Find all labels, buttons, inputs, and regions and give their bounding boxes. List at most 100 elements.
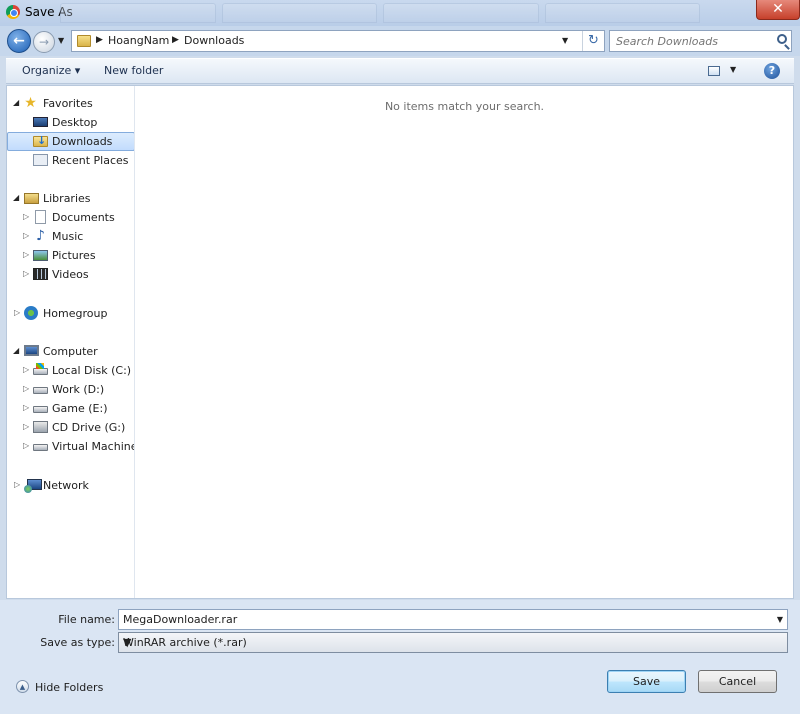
homegroup-icon <box>24 306 38 320</box>
hide-folders-label: Hide Folders <box>35 681 104 694</box>
breadcrumb-hoangnam[interactable]: HoangNam <box>108 34 169 47</box>
search-icon[interactable] <box>777 34 787 44</box>
tree-label: Favorites <box>43 97 93 110</box>
expand-arrow-icon[interactable]: ▷ <box>23 250 29 259</box>
tree-label: Music <box>52 230 84 243</box>
file-name-label: File name: <box>58 613 115 626</box>
sidebar-item-pictures[interactable]: ▷ Pictures <box>7 246 134 265</box>
disk-icon <box>33 387 48 394</box>
tree-label: Desktop <box>52 116 98 129</box>
background-tab <box>221 3 377 23</box>
expand-arrow-icon[interactable]: ▷ <box>23 365 29 374</box>
tree-label: Computer <box>43 345 98 358</box>
save-form: File name: ▼ Save as type: WinRAR archiv… <box>0 600 800 714</box>
recent-locations-dropdown[interactable]: ▼ <box>58 36 64 45</box>
expand-arrow-icon[interactable]: ▷ <box>23 384 29 393</box>
background-browser-tabs <box>60 3 700 23</box>
address-bar[interactable]: ▶ HoangNam ▶ Downloads ▼ ↻ <box>71 30 605 52</box>
breadcrumb-downloads[interactable]: Downloads <box>184 34 244 47</box>
chevron-up-icon: ▲ <box>16 680 29 693</box>
expand-arrow-icon[interactable]: ▷ <box>23 231 29 240</box>
folder-icon <box>77 35 91 47</box>
tree-label: Videos <box>52 268 89 281</box>
collapse-arrow-icon[interactable]: ◢ <box>13 98 19 107</box>
title-bar: Save As ✕ <box>0 0 800 26</box>
collapse-arrow-icon[interactable]: ◢ <box>13 193 19 202</box>
search-box[interactable] <box>609 30 792 52</box>
back-button[interactable]: ← <box>7 29 31 53</box>
documents-icon <box>35 210 46 224</box>
tree-label: Work (D:) <box>52 383 105 396</box>
disk-icon <box>33 406 48 413</box>
sidebar-item-music[interactable]: ▷ ♪ Music <box>7 227 134 246</box>
tree-computer[interactable]: ◢ Computer <box>7 342 134 361</box>
desktop-icon <box>33 117 48 127</box>
collapse-arrow-icon[interactable]: ◢ <box>13 346 19 355</box>
pictures-icon <box>33 250 48 261</box>
expand-arrow-icon[interactable]: ▷ <box>14 480 20 489</box>
tree-homegroup[interactable]: ▷ Homegroup <box>7 304 134 323</box>
help-icon[interactable]: ? <box>764 63 780 79</box>
cancel-button[interactable]: Cancel <box>698 670 777 693</box>
downloads-folder-icon <box>33 134 48 147</box>
file-name-combo[interactable]: ▼ <box>118 609 788 630</box>
chrome-app-icon <box>6 5 20 19</box>
tree-favorites[interactable]: ◢ ★ Favorites <box>7 94 134 113</box>
sidebar-item-work-d[interactable]: ▷ Work (D:) <box>7 380 134 399</box>
sidebar-item-local-disk-c[interactable]: ▷ Local Disk (C:) <box>7 361 134 380</box>
file-list-pane[interactable]: No items match your search. <box>136 86 793 598</box>
chevron-down-icon[interactable]: ▼ <box>777 615 783 624</box>
sidebar-item-virtual-machine[interactable]: ▷ Virtual Machine ( <box>7 437 135 456</box>
new-folder-button[interactable]: New folder <box>104 64 163 77</box>
libraries-icon <box>24 193 39 204</box>
cd-drive-icon <box>33 421 48 433</box>
tree-libraries[interactable]: ◢ Libraries <box>7 189 134 208</box>
tree-label: Local Disk (C:) <box>52 364 132 377</box>
expand-arrow-icon[interactable]: ▷ <box>23 441 29 450</box>
background-tab <box>383 3 539 23</box>
tree-label: Game (E:) <box>52 402 108 415</box>
sidebar-item-downloads[interactable]: Downloads <box>7 132 134 151</box>
refresh-icon[interactable]: ↻ <box>582 31 604 51</box>
system-disk-icon <box>33 363 48 375</box>
tree-label: Pictures <box>52 249 96 262</box>
save-type-select[interactable]: WinRAR archive (*.rar) ▼ <box>118 632 788 653</box>
sidebar-item-cd-drive-g[interactable]: ▷ CD Drive (G:) <box>7 418 134 437</box>
tree-label: Virtual Machine ( <box>52 440 135 453</box>
tree-label: Recent Places <box>52 154 129 167</box>
star-icon: ★ <box>24 95 37 111</box>
sidebar-item-recent-places[interactable]: Recent Places <box>7 151 134 170</box>
view-options-dropdown[interactable]: ▼ <box>730 65 736 74</box>
save-button[interactable]: Save <box>607 670 686 693</box>
tree-network[interactable]: ▷ Network <box>7 476 134 495</box>
expand-arrow-icon[interactable]: ▷ <box>23 212 29 221</box>
tree-label: Homegroup <box>43 307 108 320</box>
forward-button[interactable]: → <box>33 31 55 53</box>
expand-arrow-icon[interactable]: ▷ <box>23 403 29 412</box>
tree-label: CD Drive (G:) <box>52 421 126 434</box>
expand-arrow-icon[interactable]: ▷ <box>23 422 29 431</box>
file-name-field[interactable] <box>119 610 764 629</box>
breadcrumb-separator[interactable]: ▶ <box>96 35 103 45</box>
address-dropdown-icon[interactable]: ▼ <box>562 36 568 45</box>
change-view-icon[interactable] <box>708 66 720 76</box>
tree-label: Libraries <box>43 192 91 205</box>
chevron-down-icon[interactable]: ▼ <box>123 636 783 649</box>
network-icon <box>24 479 42 493</box>
tree-label: Downloads <box>52 135 113 148</box>
organize-button[interactable]: Organize ▾ <box>22 64 80 77</box>
save-type-label: Save as type: <box>40 636 115 649</box>
navigation-pane[interactable]: ◢ ★ Favorites Desktop Downloads Recent P… <box>7 86 135 598</box>
expand-arrow-icon[interactable]: ▷ <box>23 269 29 278</box>
sidebar-item-videos[interactable]: ▷ Videos <box>7 265 134 284</box>
empty-message: No items match your search. <box>384 100 545 113</box>
sidebar-item-desktop[interactable]: Desktop <box>7 113 134 132</box>
breadcrumb-separator[interactable]: ▶ <box>172 35 179 45</box>
sidebar-item-game-e[interactable]: ▷ Game (E:) <box>7 399 134 418</box>
disk-icon <box>33 444 48 451</box>
expand-arrow-icon[interactable]: ▷ <box>14 308 20 317</box>
close-button[interactable]: ✕ <box>756 0 800 20</box>
computer-icon <box>24 345 39 356</box>
sidebar-item-documents[interactable]: ▷ Documents <box>7 208 134 227</box>
search-input[interactable] <box>610 31 770 51</box>
